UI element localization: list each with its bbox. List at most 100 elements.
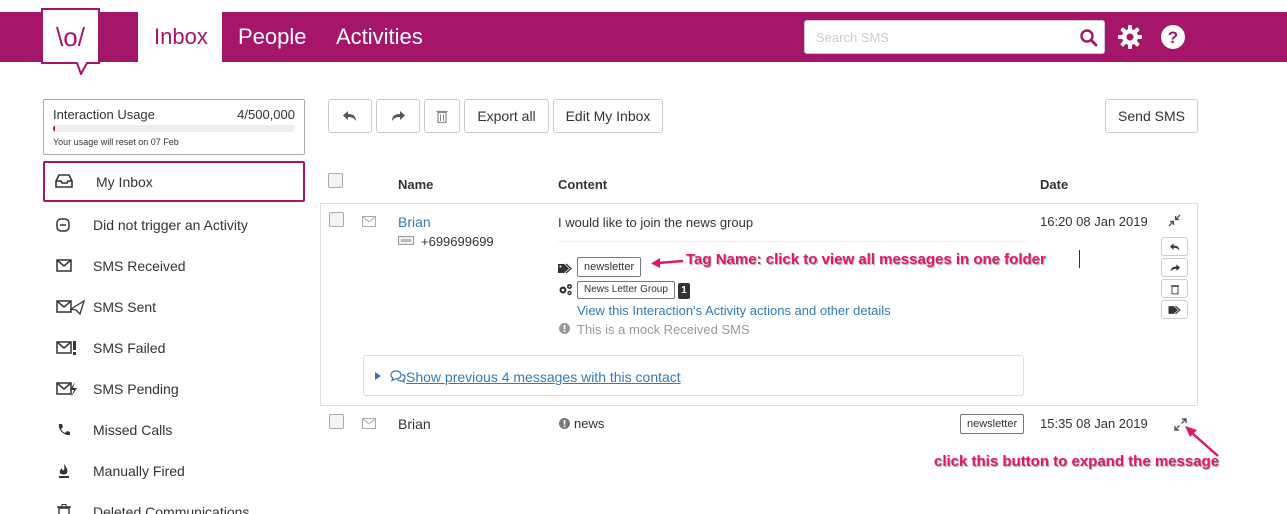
envelope-failed-icon (56, 341, 76, 355)
delete-button[interactable] (424, 99, 460, 133)
contact-name[interactable]: Brian (398, 416, 431, 432)
message-date: 16:20 08 Jan 2019 (1040, 214, 1148, 229)
usage-progress-fill (53, 125, 56, 132)
minus-circle-icon (56, 218, 70, 232)
forward-icon (1170, 263, 1180, 272)
sidebar-item-label: Did not trigger an Activity (93, 217, 248, 233)
sidebar-item-label: SMS Failed (93, 340, 166, 356)
text-cursor (1079, 250, 1080, 268)
annotation-arrow-tag (651, 258, 684, 268)
cogs-icon (559, 284, 572, 296)
forward-icon (392, 111, 405, 121)
column-header-content: Content (558, 177, 608, 192)
phone-icon (58, 424, 70, 436)
column-header-name: Name (398, 177, 434, 192)
collapse-icon[interactable] (1168, 214, 1181, 227)
usage-reset-note: Your usage will reset on 07 Feb (53, 137, 179, 147)
activity-group-tag[interactable]: News Letter Group (577, 281, 675, 299)
reply-button[interactable] (328, 99, 372, 133)
sidebar-item-label: SMS Pending (93, 381, 179, 397)
sidebar-item-did-not-trigger[interactable]: Did not trigger an Activity (43, 205, 305, 246)
message-content: news (574, 416, 605, 431)
tags-icon (1168, 305, 1181, 314)
contact-phone: +699699699 (421, 234, 494, 249)
tab-inbox-label: Inbox (154, 24, 208, 49)
sidebar-item-sms-failed[interactable]: SMS Failed (43, 328, 305, 369)
sidebar-item-label: SMS Sent (93, 299, 157, 315)
content-divider (558, 241, 1024, 242)
tab-activities-label: Activities (336, 24, 423, 49)
send-sms-button[interactable]: Send SMS (1105, 99, 1198, 133)
interaction-usage-panel: Interaction Usage 4/500,000 Your usage w… (43, 99, 305, 155)
caret-right-icon[interactable] (375, 372, 381, 380)
message-date: 15:35 08 Jan 2019 (1040, 416, 1148, 431)
envelope-pending-icon (56, 382, 77, 397)
trash-icon (57, 504, 71, 514)
search-icon[interactable] (1079, 28, 1099, 48)
trash-icon (1170, 284, 1179, 294)
forward-button[interactable] (376, 99, 420, 133)
activity-group-count: 1 (678, 283, 690, 299)
info-icon (559, 323, 570, 334)
sidebar-item-label: Missed Calls (93, 422, 173, 438)
envelope-icon (362, 216, 376, 227)
row-tag-button[interactable] (1161, 300, 1188, 319)
sidebar-item-label: SMS Received (93, 258, 186, 274)
tags-icon (558, 263, 572, 274)
sidebar-item-label: Deleted Communications (93, 504, 250, 514)
sidebar-item-label: My Inbox (96, 174, 153, 190)
sidebar-item-sms-pending[interactable]: SMS Pending (43, 369, 305, 410)
mock-sms-note: This is a mock Received SMS (577, 322, 750, 337)
svg-text:?: ? (1168, 28, 1178, 47)
usage-label: Interaction Usage (53, 107, 155, 122)
envelope-icon (362, 418, 376, 429)
sidebar-item-manually-fired[interactable]: Manually Fired (43, 451, 305, 492)
message-content: I would like to join the news group (558, 215, 754, 230)
gear-icon[interactable] (1117, 24, 1143, 50)
tab-activities[interactable]: Activities (336, 12, 423, 62)
fire-icon (59, 464, 69, 478)
tag-annotation-text: Tag Name: click to view all messages in … (686, 251, 1046, 268)
search-input[interactable] (805, 21, 1073, 53)
info-icon (559, 418, 570, 429)
row-checkbox[interactable] (329, 212, 344, 227)
phone-number-icon (398, 236, 414, 245)
previous-messages-panel: Show previous 4 messages with this conta… (363, 355, 1024, 396)
help-icon[interactable]: ? (1160, 24, 1186, 50)
row-delete-button[interactable] (1161, 279, 1188, 298)
show-previous-messages-link[interactable]: Show previous 4 messages with this conta… (406, 369, 681, 385)
app-logo[interactable]: \o/ (41, 8, 100, 77)
reply-icon (1169, 242, 1179, 251)
row-forward-button[interactable] (1161, 258, 1188, 277)
sidebar-item-sms-received[interactable]: SMS Received (43, 246, 305, 287)
row-reply-button[interactable] (1161, 237, 1188, 256)
tab-people-label: People (238, 24, 307, 49)
export-all-button[interactable]: Export all (464, 99, 549, 133)
expand-annotation-text: click this button to expand the message (934, 453, 1220, 470)
search-box (804, 20, 1105, 54)
row-checkbox[interactable] (329, 414, 344, 429)
reply-icon (343, 111, 356, 121)
sidebar-item-my-inbox[interactable]: My Inbox (43, 161, 305, 202)
sidebar-item-label: Manually Fired (93, 463, 185, 479)
tab-people[interactable]: People (238, 12, 307, 62)
trash-icon (436, 110, 448, 123)
contact-name-link[interactable]: Brian (398, 214, 431, 230)
sidebar-item-sms-sent[interactable]: SMS Sent (43, 287, 305, 328)
tag-newsletter[interactable]: newsletter (577, 257, 642, 277)
inbox-icon (55, 174, 73, 188)
sidebar-item-deleted-communications[interactable]: Deleted Communications (43, 492, 305, 514)
sidebar-item-missed-calls[interactable]: Missed Calls (43, 410, 305, 451)
tag-newsletter[interactable]: newsletter (960, 414, 1025, 434)
select-all-checkbox[interactable] (328, 173, 343, 188)
row-divider (320, 405, 1198, 406)
usage-count: 4/500,000 (237, 107, 295, 122)
usage-progress-bar (53, 125, 295, 132)
tab-inbox[interactable]: Inbox (138, 12, 222, 62)
envelope-icon (56, 259, 72, 272)
envelope-sent-icon (56, 299, 85, 315)
column-header-date: Date (1040, 177, 1069, 192)
comments-icon (390, 370, 406, 383)
edit-my-inbox-button[interactable]: Edit My Inbox (553, 99, 663, 133)
activity-details-link[interactable]: View this Interaction's Activity actions… (577, 303, 891, 318)
